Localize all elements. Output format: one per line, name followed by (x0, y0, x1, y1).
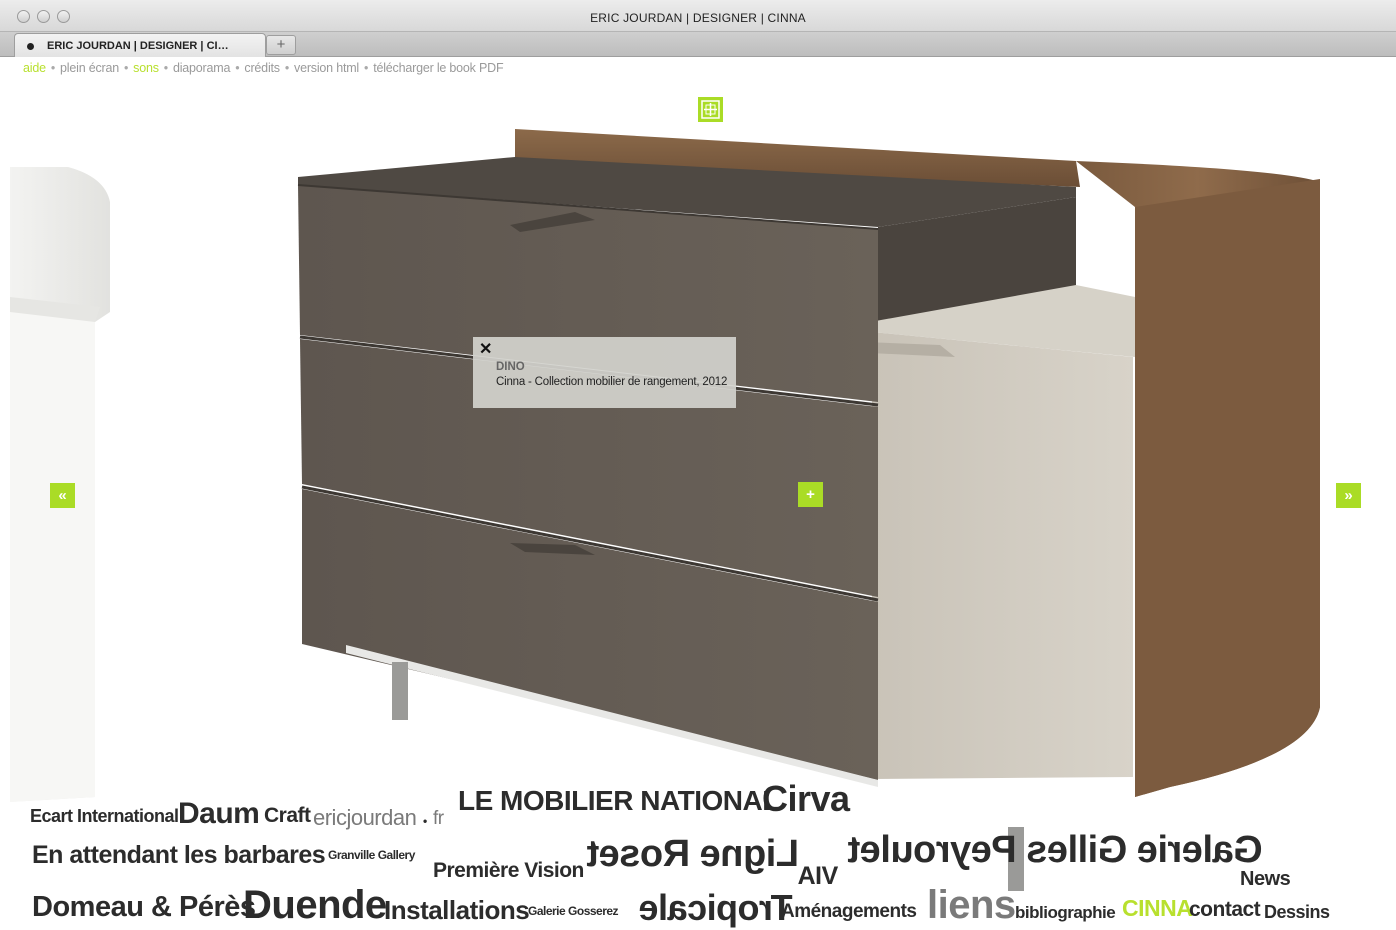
window-titlebar: ERIC JOURDAN | DESIGNER | CINNA (0, 0, 1396, 32)
tag-ericjourdan[interactable]: ericjourdan (313, 807, 417, 829)
tab-bar: ERIC JOURDAN | DESIGNER | CI… + (0, 32, 1396, 57)
menu-separator: • (235, 61, 240, 75)
info-panel: ✕ DINO Cinna - Collection mobilier de ra… (473, 337, 736, 408)
tag-ligne-roset[interactable]: Ligne Roset (587, 833, 799, 875)
tab-label: ERIC JOURDAN | DESIGNER | CI… (47, 40, 229, 52)
tag-craft[interactable]: Craft (264, 805, 311, 826)
menu-aide[interactable]: aide (23, 61, 46, 75)
menu-separator: • (284, 61, 290, 75)
tag-domeau-peres[interactable]: Domeau & Pérès (32, 893, 256, 922)
tag-amenagements[interactable]: Aménagements (781, 902, 917, 921)
new-tab-button[interactable]: + (266, 35, 296, 55)
prev-arrow-icon[interactable]: « (50, 483, 75, 508)
tag-bibliographie[interactable]: bibliographie (1015, 904, 1116, 921)
plus-icon[interactable]: + (798, 482, 823, 507)
menu-separator: • (123, 61, 129, 75)
tag-premiere-vision[interactable]: Première Vision (433, 860, 584, 881)
grid-plus-icon[interactable] (698, 97, 723, 122)
tag-daum[interactable]: Daum (178, 799, 260, 829)
tag-via-text: VIA (798, 862, 839, 890)
menu-plein-ecran[interactable]: plein écran (60, 61, 119, 75)
next-arrow-icon[interactable]: » (1336, 483, 1361, 508)
top-menu: aide • plein écran • sons • diaporama • crédits •… (23, 61, 504, 75)
info-description: Cinna - Collection mobilier de rangement… (496, 376, 728, 388)
menu-telecharger-book[interactable]: télécharger le book PDF (373, 61, 503, 75)
tag-ecart-international[interactable]: Ecart International (30, 807, 179, 825)
tag-bullet-icon: • (423, 814, 427, 828)
menu-credits[interactable]: crédits (244, 61, 280, 75)
menu-diaporama[interactable]: diaporama (173, 61, 230, 75)
window-title: ERIC JOURDAN | DESIGNER | CINNA (590, 11, 806, 25)
tag-duende[interactable]: Duende (243, 885, 387, 925)
tag-cirva[interactable]: Cirva (762, 781, 850, 817)
tag-granville-gallery[interactable]: Granville Gallery (328, 849, 415, 861)
tag-galerie-gosserez[interactable]: Galerie Gosserez (528, 905, 619, 917)
info-title: DINO (496, 361, 525, 373)
menu-separator: • (50, 61, 56, 75)
tag-installations[interactable]: Installations (384, 897, 530, 923)
menu-separator: • (163, 61, 168, 75)
menu-separator: • (364, 61, 369, 75)
tab-close-dot-icon[interactable] (27, 43, 34, 50)
tag-cinna[interactable]: CINNA (1122, 897, 1193, 920)
tab-eric-jourdan[interactable]: ERIC JOURDAN | DESIGNER | CI… (14, 33, 266, 57)
tag-mobilier-national[interactable]: LE MOBILIER NATIONAL (458, 787, 779, 815)
tag-news[interactable]: News (1240, 869, 1291, 889)
page-content: aide • plein écran • sons • diaporama • crédits •… (10, 57, 1396, 930)
close-icon[interactable]: ✕ (479, 339, 492, 359)
menu-sons[interactable]: sons (133, 61, 159, 75)
tag-liens[interactable]: liens (927, 885, 1016, 925)
tag-dessins[interactable]: Dessins (1264, 903, 1330, 921)
tag-contact[interactable]: contact (1189, 899, 1261, 920)
tag-en-attendant-les-barbares[interactable]: En attendant les barbares (32, 843, 326, 868)
menu-version-html[interactable]: version html (294, 61, 359, 75)
tag-fr[interactable]: fr (433, 809, 444, 828)
tag-tropicale[interactable]: Tropicale (639, 887, 793, 928)
tag-galerie-gilles-peyroulet[interactable]: Galerie Gilles Peyroulet (848, 829, 1263, 871)
